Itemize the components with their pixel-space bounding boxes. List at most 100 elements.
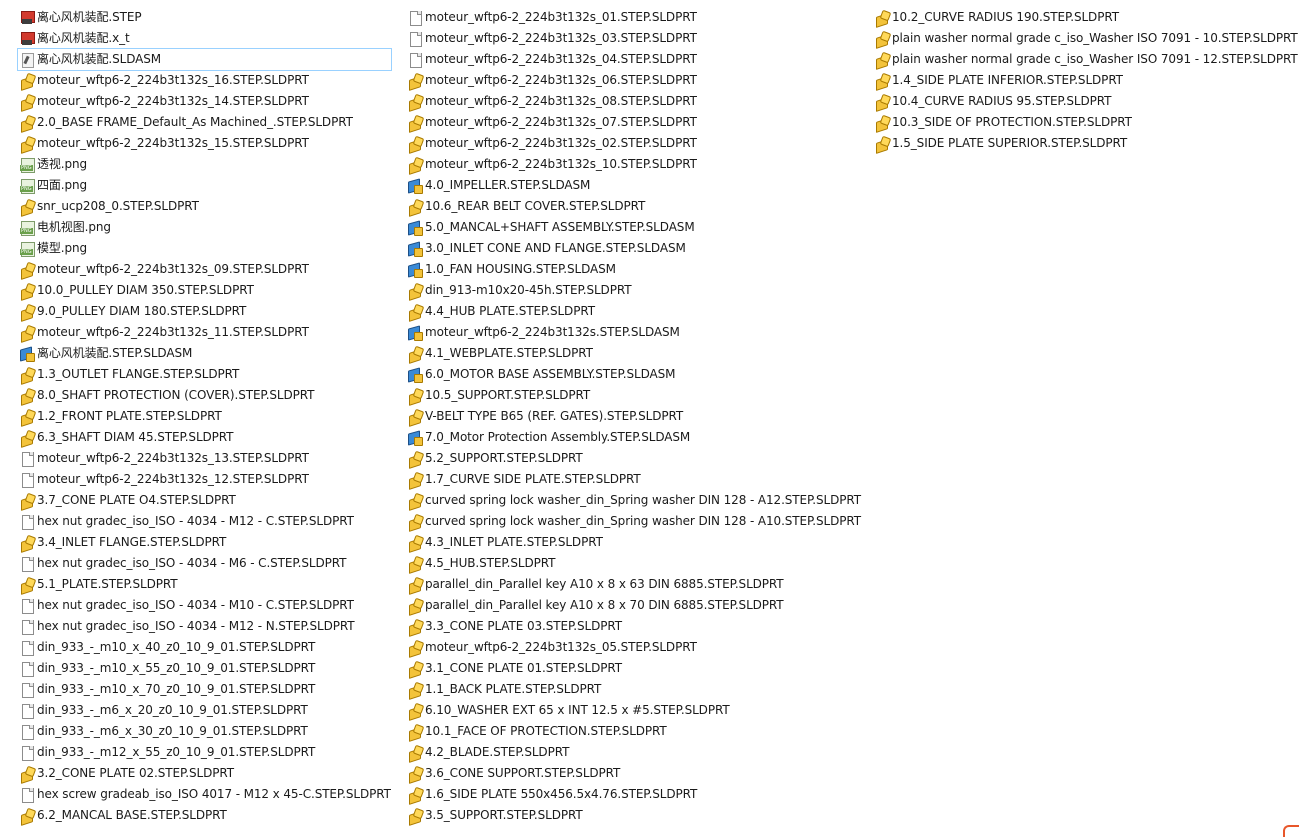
file-item[interactable]: 3.3_CONE PLATE 03.STEP.SLDPRT	[406, 616, 861, 637]
file-item[interactable]: 5.1_PLATE.STEP.SLDPRT	[18, 574, 391, 595]
file-item[interactable]: 1.6_SIDE PLATE 550x456.5x4.76.STEP.SLDPR…	[406, 784, 861, 805]
file-item[interactable]: moteur_wftp6-2_224b3t132s_15.STEP.SLDPRT	[18, 133, 391, 154]
solidworks-part-icon	[407, 472, 423, 488]
file-item[interactable]: 10.4_CURVE RADIUS 95.STEP.SLDPRT	[873, 91, 1298, 112]
file-item[interactable]: 3.7_CONE PLATE O4.STEP.SLDPRT	[18, 490, 391, 511]
file-item[interactable]: plain washer normal grade c_iso_Washer I…	[873, 49, 1298, 70]
solidworks-assembly-icon	[407, 178, 423, 194]
file-item[interactable]: 6.10_WASHER EXT 65 x INT 12.5 x #5.STEP.…	[406, 700, 861, 721]
file-item[interactable]: 4.5_HUB.STEP.SLDPRT	[406, 553, 861, 574]
file-item[interactable]: hex screw gradeab_iso_ISO 4017 - M12 x 4…	[18, 784, 391, 805]
file-item[interactable]: 6.0_MOTOR BASE ASSEMBLY.STEP.SLDASM	[406, 364, 861, 385]
file-item[interactable]: 6.2_MANCAL BASE.STEP.SLDPRT	[18, 805, 391, 826]
file-item[interactable]: 3.6_CONE SUPPORT.STEP.SLDPRT	[406, 763, 861, 784]
file-item[interactable]: moteur_wftp6-2_224b3t132s_13.STEP.SLDPRT	[18, 448, 391, 469]
file-item[interactable]: moteur_wftp6-2_224b3t132s_08.STEP.SLDPRT	[406, 91, 861, 112]
file-item[interactable]: 3.5_SUPPORT.STEP.SLDPRT	[406, 805, 861, 826]
file-item[interactable]: 5.2_SUPPORT.STEP.SLDPRT	[406, 448, 861, 469]
file-item[interactable]: curved spring lock washer_din_Spring was…	[406, 511, 861, 532]
solidworks-part-icon	[407, 556, 423, 572]
file-item[interactable]: 9.0_PULLEY DIAM 180.STEP.SLDPRT	[18, 301, 391, 322]
file-item[interactable]: 7.0_Motor Protection Assembly.STEP.SLDAS…	[406, 427, 861, 448]
file-item[interactable]: 2.0_BASE FRAME_Default_As Machined_.STEP…	[18, 112, 391, 133]
file-item[interactable]: curved spring lock washer_din_Spring was…	[406, 490, 861, 511]
corner-logo-icon	[1283, 825, 1299, 837]
solidworks-part-icon	[874, 73, 890, 89]
file-item[interactable]: parallel_din_Parallel key A10 x 8 x 70 D…	[406, 595, 861, 616]
file-item[interactable]: 10.6_REAR BELT COVER.STEP.SLDPRT	[406, 196, 861, 217]
file-item[interactable]: 6.3_SHAFT DIAM 45.STEP.SLDPRT	[18, 427, 391, 448]
file-item[interactable]: moteur_wftp6-2_224b3t132s_02.STEP.SLDPRT	[406, 133, 861, 154]
solidworks-part-icon	[19, 136, 35, 152]
file-item[interactable]: 模型.png	[18, 238, 391, 259]
file-item[interactable]: din_933_-_m10_x_55_z0_10_9_01.STEP.SLDPR…	[18, 658, 391, 679]
file-item[interactable]: 1.1_BACK PLATE.STEP.SLDPRT	[406, 679, 861, 700]
file-item[interactable]: 3.2_CONE PLATE 02.STEP.SLDPRT	[18, 763, 391, 784]
file-item[interactable]: 1.2_FRONT PLATE.STEP.SLDPRT	[18, 406, 391, 427]
file-item[interactable]: moteur_wftp6-2_224b3t132s_09.STEP.SLDPRT	[18, 259, 391, 280]
file-name: curved spring lock washer_din_Spring was…	[425, 514, 861, 528]
file-item[interactable]: 8.0_SHAFT PROTECTION (COVER).STEP.SLDPRT	[18, 385, 391, 406]
file-name: din_933_-_m12_x_55_z0_10_9_01.STEP.SLDPR…	[37, 745, 316, 759]
file-item[interactable]: moteur_wftp6-2_224b3t132s_03.STEP.SLDPRT	[406, 28, 861, 49]
file-item[interactable]: 5.0_MANCAL+SHAFT ASSEMBLY.STEP.SLDASM	[406, 217, 861, 238]
file-item[interactable]: 电机视图.png	[18, 217, 391, 238]
file-item[interactable]: 1.3_OUTLET FLANGE.STEP.SLDPRT	[18, 364, 391, 385]
solidworks-assembly-icon	[407, 220, 423, 236]
file-item[interactable]: snr_ucp208_0.STEP.SLDPRT	[18, 196, 391, 217]
file-item[interactable]: 10.3_SIDE OF PROTECTION.STEP.SLDPRT	[873, 112, 1298, 133]
file-item[interactable]: moteur_wftp6-2_224b3t132s_16.STEP.SLDPRT	[18, 70, 391, 91]
file-item[interactable]: din_933_-_m12_x_55_z0_10_9_01.STEP.SLDPR…	[18, 742, 391, 763]
solidworks-part-icon	[19, 808, 35, 824]
solidworks-part-icon	[407, 451, 423, 467]
file-item[interactable]: hex nut gradec_iso_ISO - 4034 - M6 - C.S…	[18, 553, 391, 574]
solidworks-part-icon	[407, 787, 423, 803]
file-item[interactable]: hex nut gradec_iso_ISO - 4034 - M12 - N.…	[18, 616, 391, 637]
file-item[interactable]: 10.2_CURVE RADIUS 190.STEP.SLDPRT	[873, 7, 1298, 28]
solidworks-part-icon	[407, 304, 423, 320]
file-item[interactable]: 4.1_WEBPLATE.STEP.SLDPRT	[406, 343, 861, 364]
file-item[interactable]: 4.4_HUB PLATE.STEP.SLDPRT	[406, 301, 861, 322]
file-item[interactable]: 4.0_IMPELLER.STEP.SLDASM	[406, 175, 861, 196]
file-item[interactable]: 3.0_INLET CONE AND FLANGE.STEP.SLDASM	[406, 238, 861, 259]
file-item[interactable]: 10.5_SUPPORT.STEP.SLDPRT	[406, 385, 861, 406]
file-item[interactable]: 1.5_SIDE PLATE SUPERIOR.STEP.SLDPRT	[873, 133, 1298, 154]
file-item[interactable]: 透视.png	[18, 154, 391, 175]
file-item[interactable]: plain washer normal grade c_iso_Washer I…	[873, 28, 1298, 49]
file-item[interactable]: 离心风机装配.SLDASM	[17, 48, 392, 71]
file-item[interactable]: moteur_wftp6-2_224b3t132s_12.STEP.SLDPRT	[18, 469, 391, 490]
file-item[interactable]: moteur_wftp6-2_224b3t132s_11.STEP.SLDPRT	[18, 322, 391, 343]
file-item[interactable]: din_913-m10x20-45h.STEP.SLDPRT	[406, 280, 861, 301]
file-item[interactable]: hex nut gradec_iso_ISO - 4034 - M10 - C.…	[18, 595, 391, 616]
file-item[interactable]: hex nut gradec_iso_ISO - 4034 - M12 - C.…	[18, 511, 391, 532]
file-item[interactable]: moteur_wftp6-2_224b3t132s_01.STEP.SLDPRT	[406, 7, 861, 28]
file-item[interactable]: 离心风机装配.STEP	[18, 7, 391, 28]
file-item[interactable]: moteur_wftp6-2_224b3t132s_07.STEP.SLDPRT	[406, 112, 861, 133]
file-item[interactable]: 四面.png	[18, 175, 391, 196]
file-item[interactable]: 1.0_FAN HOUSING.STEP.SLDASM	[406, 259, 861, 280]
file-item[interactable]: din_933_-_m10_x_70_z0_10_9_01.STEP.SLDPR…	[18, 679, 391, 700]
file-item[interactable]: 1.4_SIDE PLATE INFERIOR.STEP.SLDPRT	[873, 70, 1298, 91]
file-item[interactable]: moteur_wftp6-2_224b3t132s_10.STEP.SLDPRT	[406, 154, 861, 175]
file-item[interactable]: din_933_-_m6_x_30_z0_10_9_01.STEP.SLDPRT	[18, 721, 391, 742]
file-item[interactable]: V-BELT TYPE B65 (REF. GATES).STEP.SLDPRT	[406, 406, 861, 427]
file-item[interactable]: 3.4_INLET FLANGE.STEP.SLDPRT	[18, 532, 391, 553]
file-item[interactable]: din_933_-_m6_x_20_z0_10_9_01.STEP.SLDPRT	[18, 700, 391, 721]
file-item[interactable]: 10.1_FACE OF PROTECTION.STEP.SLDPRT	[406, 721, 861, 742]
file-item[interactable]: 10.0_PULLEY DIAM 350.STEP.SLDPRT	[18, 280, 391, 301]
file-item[interactable]: moteur_wftp6-2_224b3t132s_04.STEP.SLDPRT	[406, 49, 861, 70]
file-item[interactable]: moteur_wftp6-2_224b3t132s_14.STEP.SLDPRT	[18, 91, 391, 112]
file-item[interactable]: din_933_-_m10_x_40_z0_10_9_01.STEP.SLDPR…	[18, 637, 391, 658]
file-item[interactable]: 3.1_CONE PLATE 01.STEP.SLDPRT	[406, 658, 861, 679]
solidworks-part-icon	[407, 766, 423, 782]
file-item[interactable]: moteur_wftp6-2_224b3t132s.STEP.SLDASM	[406, 322, 861, 343]
file-item[interactable]: 离心风机装配.x_t	[18, 28, 391, 49]
file-item[interactable]: 4.2_BLADE.STEP.SLDPRT	[406, 742, 861, 763]
file-item[interactable]: moteur_wftp6-2_224b3t132s_05.STEP.SLDPRT	[406, 637, 861, 658]
file-item[interactable]: moteur_wftp6-2_224b3t132s_06.STEP.SLDPRT	[406, 70, 861, 91]
file-name: 四面.png	[37, 178, 88, 192]
file-item[interactable]: 1.7_CURVE SIDE PLATE.STEP.SLDPRT	[406, 469, 861, 490]
file-item[interactable]: 离心风机装配.STEP.SLDASM	[18, 343, 391, 364]
file-item[interactable]: 4.3_INLET PLATE.STEP.SLDPRT	[406, 532, 861, 553]
file-item[interactable]: parallel_din_Parallel key A10 x 8 x 63 D…	[406, 574, 861, 595]
